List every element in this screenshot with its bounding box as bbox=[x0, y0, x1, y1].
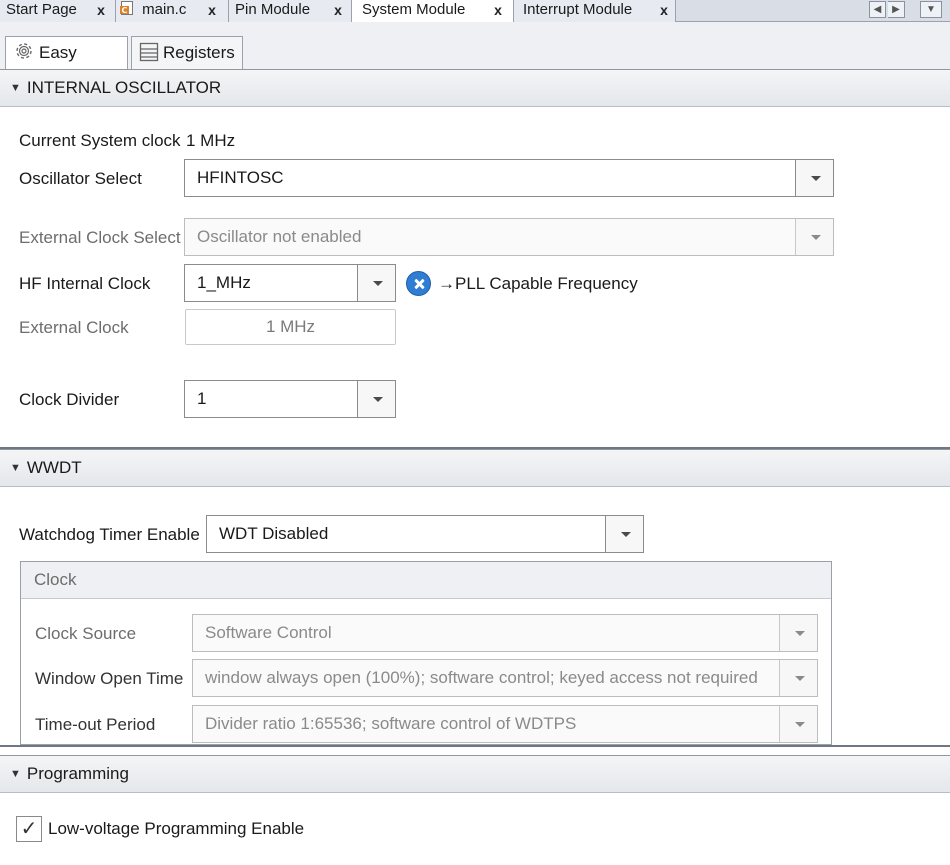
c-file-icon: C bbox=[120, 1, 135, 16]
view-tab-bar: Easy Setup Registers bbox=[0, 22, 950, 94]
checkmark-icon: ✓ bbox=[20, 818, 38, 840]
timeout-period-dropdown[interactable]: Divider ratio 1:65536; software control … bbox=[192, 705, 818, 743]
pll-capable-note: →PLL Capable Frequency bbox=[438, 274, 638, 293]
external-clock-field[interactable]: 1 MHz bbox=[185, 309, 396, 345]
collapse-triangle-icon[interactable]: ▼ bbox=[10, 756, 21, 792]
chevron-down-icon[interactable] bbox=[795, 219, 833, 255]
section-title: INTERNAL OSCILLATOR bbox=[26, 78, 222, 97]
oscillator-select-dropdown[interactable]: HFINTOSC bbox=[184, 159, 834, 197]
section-header-oscillator[interactable]: ▼ INTERNAL OSCILLATOR bbox=[0, 69, 950, 107]
clock-divider-dropdown[interactable]: 1 bbox=[184, 380, 396, 418]
tab-easy-setup[interactable]: Easy Setup bbox=[5, 36, 128, 94]
editor-tab-bar: Start Page x C main.c x Pin Module x Sys… bbox=[0, 0, 950, 23]
clock-group-box: Clock Clock Source Software Control Wind… bbox=[20, 561, 832, 745]
timeout-period-label: Time-out Period bbox=[35, 715, 156, 734]
pll-status-icon bbox=[406, 271, 431, 296]
dropdown-value: 1_MHz bbox=[197, 273, 251, 292]
close-icon[interactable]: x bbox=[95, 0, 107, 21]
clock-source-label: Clock Source bbox=[35, 624, 137, 643]
current-clock-value: 1 MHz bbox=[186, 131, 236, 150]
tab-list-icon[interactable]: ▼ bbox=[920, 1, 942, 18]
chevron-down-icon[interactable] bbox=[605, 516, 643, 552]
tab-label: Registers bbox=[163, 43, 235, 62]
svg-text:C: C bbox=[122, 6, 128, 15]
scroll-left-icon[interactable]: ◀ bbox=[869, 1, 886, 18]
gear-icon bbox=[16, 43, 32, 59]
external-clock-label: External Clock bbox=[19, 318, 129, 337]
clock-source-dropdown[interactable]: Software Control bbox=[192, 614, 818, 652]
close-icon[interactable]: x bbox=[658, 0, 670, 21]
low-voltage-programming-label: Low-voltage Programming Enable bbox=[48, 819, 305, 838]
tab-pin-module[interactable]: Pin Module x bbox=[229, 0, 352, 22]
hf-internal-clock-dropdown[interactable]: 1_MHz bbox=[184, 264, 396, 302]
current-clock-label: Current System clock bbox=[19, 131, 181, 150]
dropdown-value: Software Control bbox=[205, 623, 332, 642]
chevron-down-icon[interactable] bbox=[795, 160, 833, 196]
close-icon[interactable]: x bbox=[206, 0, 218, 21]
collapse-triangle-icon[interactable]: ▼ bbox=[10, 450, 21, 486]
tab-system-module[interactable]: System Module x bbox=[352, 0, 514, 23]
hf-internal-clock-label: HF Internal Clock bbox=[19, 274, 151, 293]
section-divider bbox=[0, 745, 950, 747]
tab-label: main.c bbox=[142, 1, 187, 18]
tab-start-page[interactable]: Start Page x bbox=[0, 0, 116, 22]
close-icon[interactable]: x bbox=[492, 0, 504, 21]
chevron-down-icon[interactable] bbox=[357, 381, 395, 417]
section-header-programming[interactable]: ▼ Programming bbox=[0, 755, 950, 793]
dropdown-value: Oscillator not enabled bbox=[197, 227, 362, 246]
low-voltage-programming-checkbox[interactable]: ✓ bbox=[16, 816, 42, 842]
tab-label: System Module bbox=[362, 1, 466, 18]
dropdown-value: Divider ratio 1:65536; software control … bbox=[205, 714, 577, 733]
clock-divider-label: Clock Divider bbox=[19, 390, 120, 409]
dropdown-value: WDT Disabled bbox=[219, 524, 329, 543]
section-title: Programming bbox=[26, 764, 129, 783]
window-open-time-label: Window Open Time bbox=[35, 669, 184, 688]
section-title: WWDT bbox=[26, 458, 82, 477]
watchdog-enable-label: Watchdog Timer Enable bbox=[19, 525, 200, 544]
close-icon[interactable]: x bbox=[332, 0, 344, 21]
external-clock-select-label: External Clock Select bbox=[19, 228, 181, 247]
registers-icon bbox=[139, 42, 159, 62]
chevron-down-icon[interactable] bbox=[779, 615, 817, 651]
tab-main-c[interactable]: C main.c x bbox=[116, 0, 229, 22]
chevron-down-icon[interactable] bbox=[357, 265, 395, 301]
collapse-triangle-icon[interactable]: ▼ bbox=[10, 70, 21, 106]
chevron-down-icon[interactable] bbox=[779, 706, 817, 742]
tab-label: Interrupt Module bbox=[523, 1, 633, 18]
section-header-wwdt[interactable]: ▼ WWDT bbox=[0, 449, 950, 487]
external-clock-select-dropdown[interactable]: Oscillator not enabled bbox=[184, 218, 834, 256]
dropdown-value: HFINTOSC bbox=[197, 168, 284, 187]
window-open-time-dropdown[interactable]: window always open (100%); software cont… bbox=[192, 659, 818, 697]
clock-group-title: Clock bbox=[21, 562, 831, 599]
oscillator-select-label: Oscillator Select bbox=[19, 169, 142, 188]
dropdown-value: window always open (100%); software cont… bbox=[205, 668, 758, 687]
tab-interrupt-module[interactable]: Interrupt Module x bbox=[514, 0, 676, 22]
chevron-down-icon[interactable] bbox=[779, 660, 817, 696]
tab-label: Pin Module bbox=[235, 1, 311, 18]
tab-label: Start Page bbox=[6, 1, 77, 18]
scroll-right-icon[interactable]: ▶ bbox=[888, 1, 905, 18]
tab-registers[interactable]: Registers bbox=[131, 36, 243, 70]
dropdown-value: 1 bbox=[197, 389, 207, 408]
watchdog-enable-dropdown[interactable]: WDT Disabled bbox=[206, 515, 644, 553]
